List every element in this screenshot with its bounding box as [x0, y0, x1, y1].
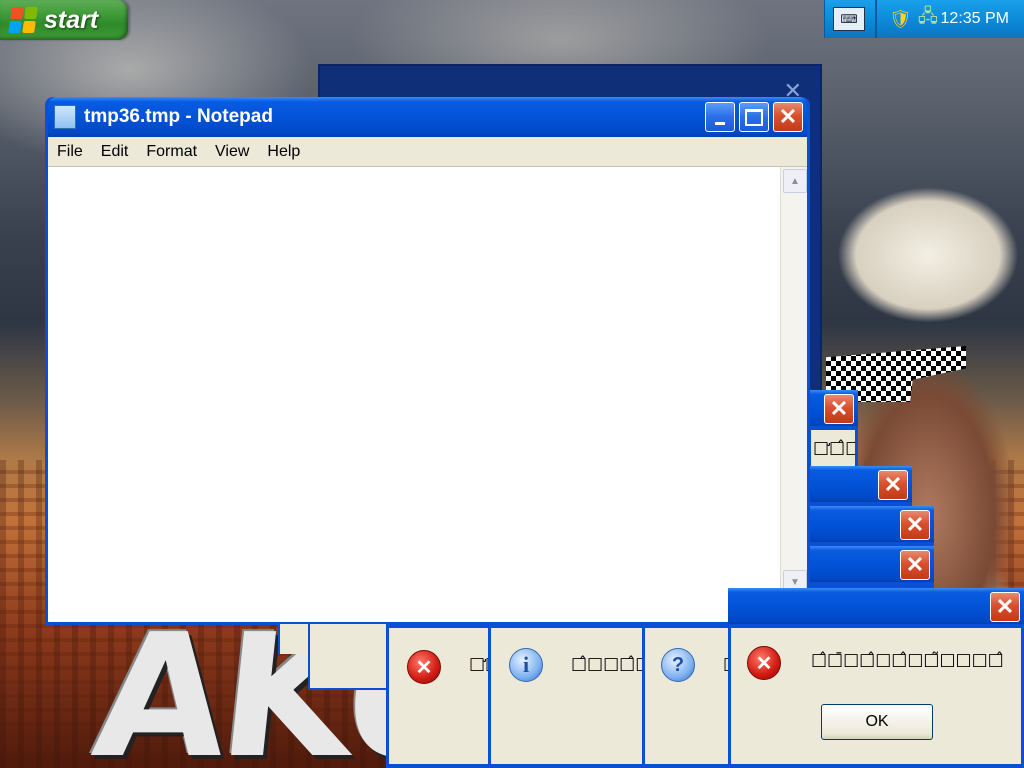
error-dialog-stack-1: ✕ □̛□̂□̂	[808, 390, 858, 470]
dialog-body: ✕ □̛□̂□□	[389, 628, 493, 764]
dialog-body: i □̂□□□̂□	[491, 628, 645, 764]
tray-separator	[875, 0, 877, 38]
dialog-close-button[interactable]: ✕	[878, 470, 908, 500]
ok-button[interactable]: OK	[821, 704, 933, 740]
error-dialog-stack-2: ✕	[808, 466, 912, 510]
error-dialog-stack-4: ✕	[808, 546, 934, 590]
close-icon: ✕	[778, 104, 798, 129]
security-shield-icon[interactable]: 🛡	[889, 9, 912, 30]
dialog-message: □̛□̂□̂	[813, 438, 855, 458]
menu-edit[interactable]: Edit	[92, 143, 138, 161]
dialog-close-button[interactable]: ✕	[900, 550, 930, 580]
info-dialog: i □̂□□□̂□	[488, 624, 648, 768]
text-editor[interactable]	[48, 167, 807, 622]
dialog-message: □̂□□□̂□	[571, 654, 645, 674]
dialog-message: □̂□̄□□̂□□̂□□̃□□□□̂	[811, 650, 1004, 670]
dialog-title-bar[interactable]	[728, 588, 1024, 624]
keyboard-icon[interactable]: ⌨	[833, 7, 865, 31]
info-icon: i	[509, 648, 543, 682]
close-button[interactable]: ✕	[773, 102, 803, 132]
error-dialog-stack-3: ✕	[808, 506, 934, 550]
menu-help[interactable]: Help	[258, 143, 309, 161]
logo-green	[24, 7, 38, 19]
logo-blue	[8, 21, 22, 33]
question-icon: ?	[661, 648, 695, 682]
logo-red	[10, 7, 24, 19]
minimize-icon	[715, 121, 725, 125]
dialog-close-button[interactable]: ✕	[900, 510, 930, 540]
dialog-body: ? □̛	[645, 628, 731, 764]
dialog-close-button[interactable]: ✕	[990, 592, 1020, 622]
start-label: start	[44, 5, 99, 34]
dialog-body: ✕ □̂□̄□□̂□□̂□□̃□□□□̂ OK	[731, 628, 1021, 764]
notepad-title-bar[interactable]: tmp36.tmp - Notepad ✕	[48, 97, 807, 137]
notepad-icon	[54, 105, 76, 129]
network-icon[interactable]: 🖧	[918, 4, 938, 34]
question-dialog: ? □̛	[642, 624, 734, 768]
maximize-icon	[745, 108, 763, 126]
vertical-scrollbar[interactable]: ▲ ▼	[780, 167, 807, 622]
scroll-up-icon[interactable]: ▲	[783, 169, 807, 193]
dialog-fragment-2	[308, 624, 390, 690]
error-dialog-main: ✕ ✕ □̂□̄□□̂□□̂□□̃□□□□̂ OK	[728, 588, 1024, 768]
dialog-close-button[interactable]: ✕	[824, 394, 854, 424]
menu-view[interactable]: View	[206, 143, 258, 161]
menu-bar: File Edit Format View Help	[48, 137, 807, 167]
system-tray: ⌨ 🛡 🖧 12:35 PM	[824, 0, 1024, 38]
minimize-button[interactable]	[705, 102, 735, 132]
menu-file[interactable]: File	[48, 143, 92, 161]
error-icon: ✕	[747, 646, 781, 680]
dialog-body: □̛□̂□̂	[811, 430, 855, 467]
maximize-button[interactable]	[739, 102, 769, 132]
error-icon: ✕	[407, 650, 441, 684]
menu-format[interactable]: Format	[137, 143, 206, 161]
close-icon: ✕	[995, 594, 1015, 619]
clock[interactable]: 12:35 PM	[941, 10, 1009, 28]
notepad-title: tmp36.tmp - Notepad	[84, 106, 273, 127]
windows-logo-icon	[8, 7, 38, 33]
notepad-window: tmp36.tmp - Notepad ✕ File Edit Format V…	[45, 97, 810, 625]
error-dialog-a: ✕ □̛□̂□□	[386, 624, 496, 768]
start-button[interactable]: start	[0, 0, 128, 40]
logo-yellow	[22, 21, 36, 33]
